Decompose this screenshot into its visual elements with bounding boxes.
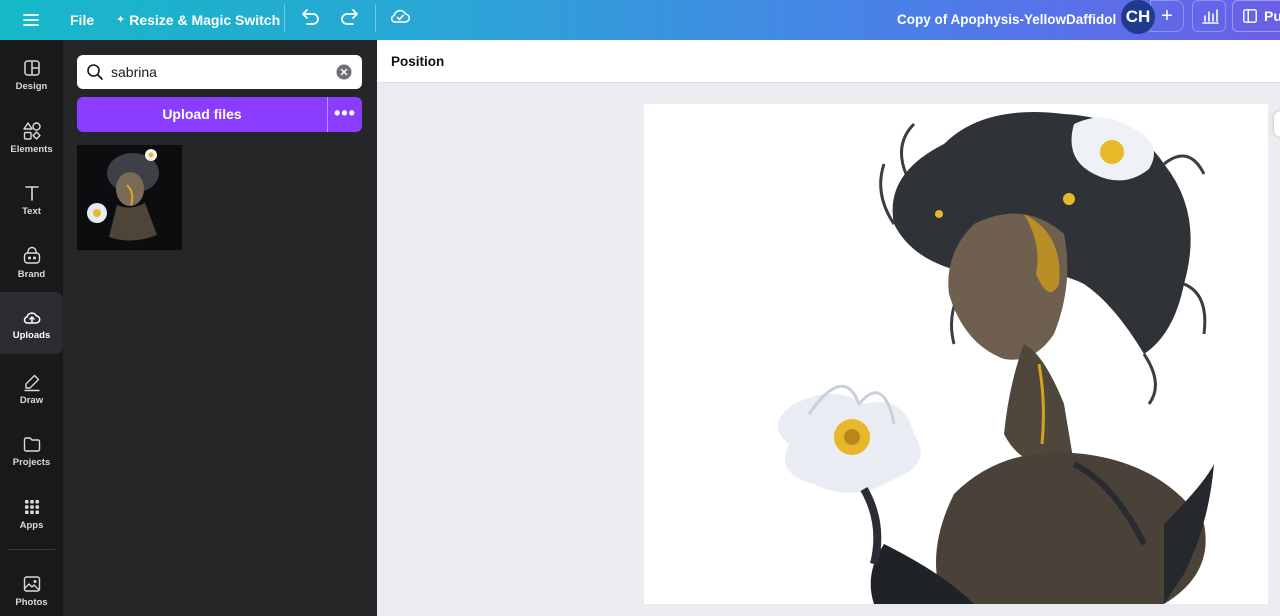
publish-button[interactable]: Pu — [1232, 0, 1280, 32]
rail-label: Draw — [19, 395, 44, 406]
page-scroll-handle[interactable] — [1274, 111, 1280, 137]
rail-item-elements[interactable]: Elements — [0, 113, 63, 175]
rail-label: Design — [15, 81, 48, 92]
rail-label: Brand — [17, 269, 46, 280]
resize-magic-switch-button[interactable]: ✦ Resize & Magic Switch — [116, 9, 280, 31]
photos-icon — [23, 576, 40, 592]
apps-icon — [24, 500, 39, 514]
brand-icon — [23, 246, 40, 264]
upload-more-options-button[interactable]: ••• — [328, 97, 362, 132]
undo-icon[interactable] — [298, 5, 322, 29]
portrait-artwork[interactable] — [644, 104, 1268, 604]
rail-item-apps[interactable]: Apps — [0, 489, 63, 551]
uploaded-image-preview — [77, 145, 182, 250]
insights-button[interactable] — [1192, 0, 1226, 32]
rail-item-projects[interactable]: Projects — [0, 426, 63, 488]
bar-chart-icon — [1202, 9, 1219, 24]
rail-item-uploads[interactable]: Uploads — [0, 292, 63, 354]
rail-label: Text — [22, 206, 41, 217]
search-icon — [87, 64, 103, 80]
sparkle-icon: ✦ — [116, 14, 126, 26]
search-box[interactable] — [77, 55, 362, 89]
upload-files-button[interactable]: Upload files — [77, 97, 327, 132]
uploads-panel: Upload files ••• — [63, 40, 377, 616]
add-collaborator-button[interactable]: + — [1150, 0, 1184, 32]
divider — [284, 4, 285, 32]
white-flower-left — [777, 384, 921, 565]
hamburger-menu-icon[interactable] — [20, 9, 42, 31]
rail-divider — [8, 549, 55, 550]
resize-label: Resize & Magic Switch — [129, 12, 281, 28]
share-icon — [1243, 9, 1257, 23]
rail-item-text[interactable]: Text — [0, 175, 63, 237]
rail-label: Apps — [19, 520, 44, 531]
publish-label: Pu — [1264, 8, 1280, 24]
redo-icon[interactable] — [338, 5, 362, 29]
uploaded-image-thumbnail[interactable] — [77, 145, 182, 250]
design-page[interactable] — [644, 104, 1268, 604]
elements-icon — [22, 122, 41, 140]
top-bar: File ✦ Resize & Magic Switch Copy of Apo… — [0, 0, 1280, 40]
avatar[interactable]: CH — [1121, 0, 1155, 34]
file-menu-button[interactable]: File — [70, 9, 94, 31]
divider — [375, 4, 376, 32]
rail-label: Uploads — [12, 330, 51, 341]
text-icon — [24, 186, 39, 201]
rail-item-photos[interactable]: Photos — [0, 566, 63, 616]
search-input[interactable] — [111, 55, 321, 89]
left-nav-rail: Design Elements Text Brand Uploads Draw … — [0, 40, 63, 616]
rail-label: Photos — [15, 597, 48, 608]
draw-icon — [23, 374, 40, 392]
design-icon — [23, 60, 40, 76]
rail-item-design[interactable]: Design — [0, 50, 63, 112]
upload-files-group: Upload files ••• — [77, 97, 362, 132]
projects-icon — [23, 437, 40, 452]
position-button[interactable]: Position — [391, 51, 444, 73]
document-title[interactable]: Copy of Apophysis-YellowDaffidol — [897, 9, 1116, 31]
rail-item-brand[interactable]: Brand — [0, 238, 63, 300]
clear-search-icon[interactable] — [336, 64, 352, 80]
rail-label: Elements — [10, 144, 53, 155]
cloud-saved-icon[interactable] — [388, 4, 412, 28]
rail-label: Projects — [12, 457, 51, 468]
context-toolbar: Position — [377, 40, 1280, 83]
uploads-icon — [23, 312, 40, 324]
canvas-area — [377, 83, 1280, 616]
rail-item-draw[interactable]: Draw — [0, 364, 63, 426]
